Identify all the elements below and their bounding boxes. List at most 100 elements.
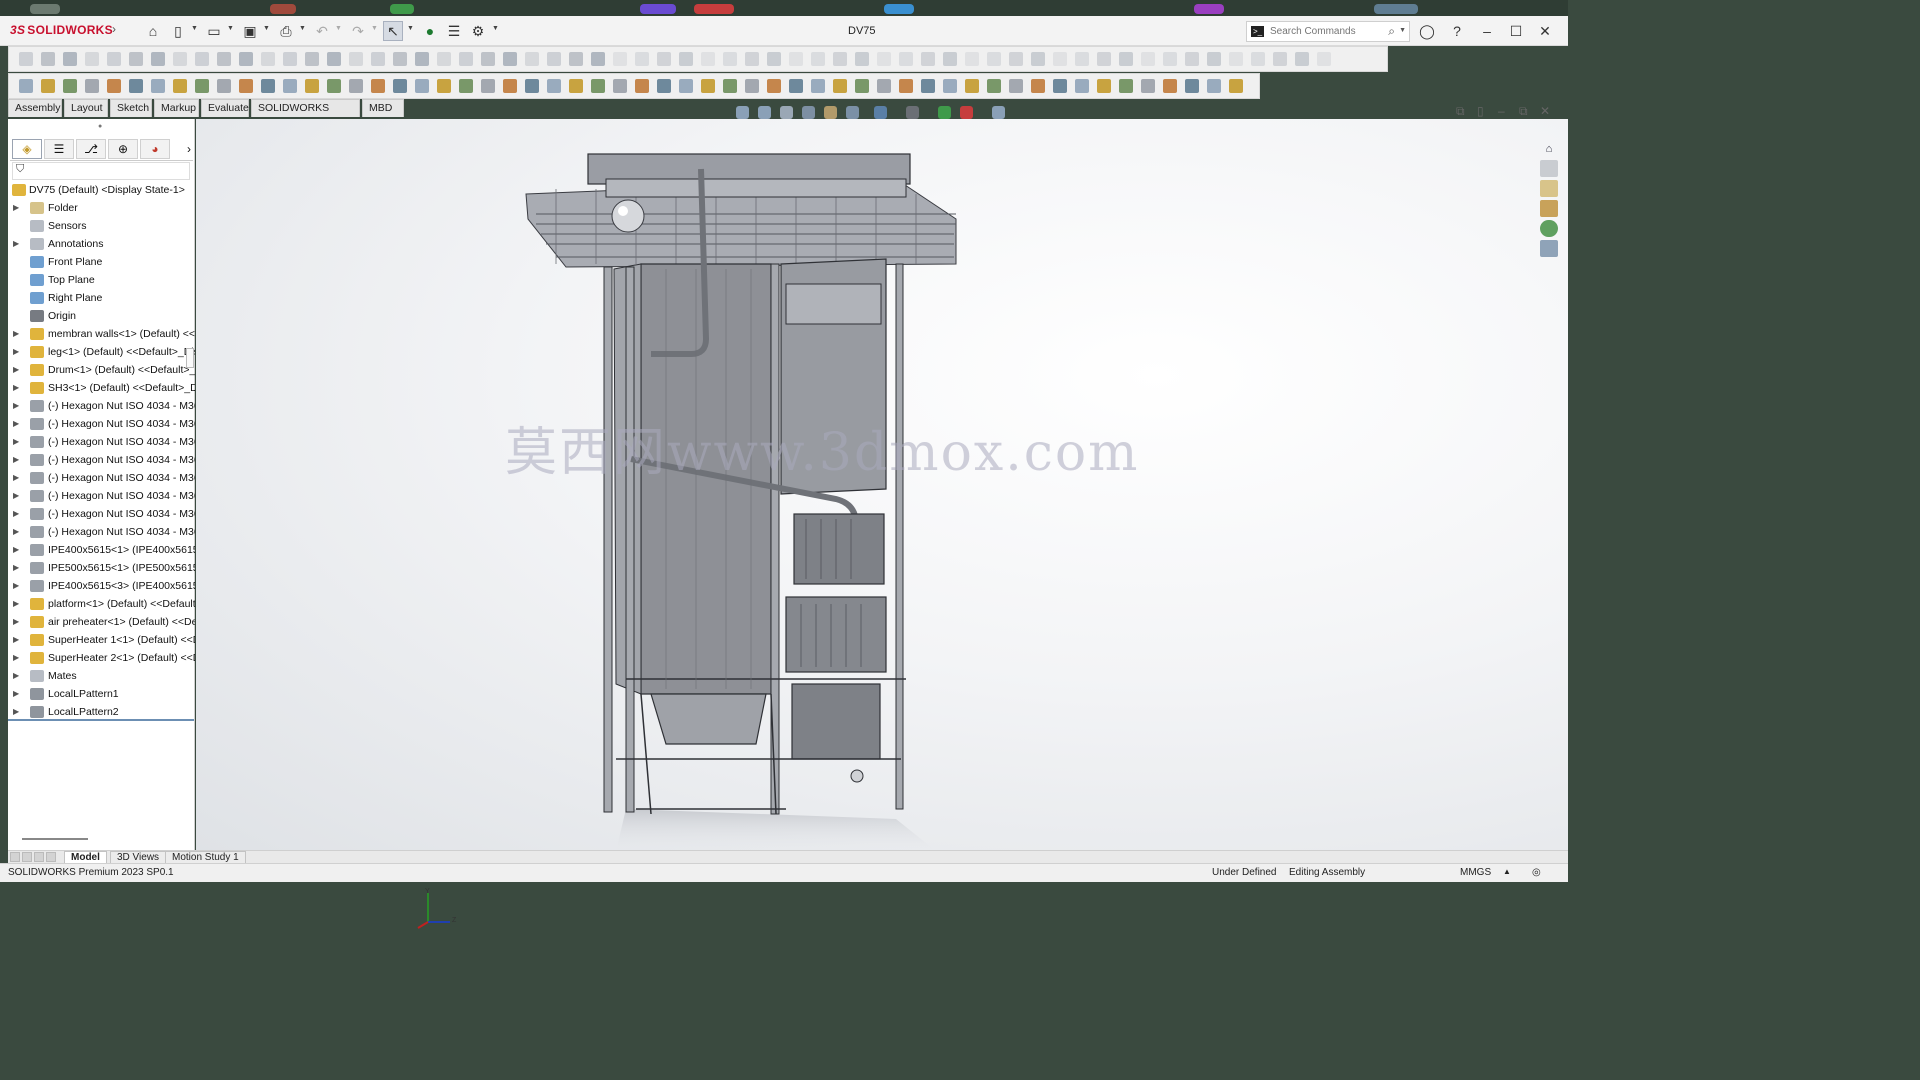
toolbar-command-icon[interactable] — [305, 52, 319, 66]
toolbar-command-icon[interactable] — [921, 52, 935, 66]
solidworks-logo[interactable]: 3S SOLIDWORKS — [10, 23, 113, 37]
toolbar-command-icon[interactable] — [481, 52, 495, 66]
tree-item[interactable]: ▶ leg<1> (Default) <<Default>_Disp — [8, 343, 195, 361]
toolbar-command-icon[interactable] — [173, 79, 187, 93]
toolbar-command-icon[interactable] — [195, 52, 209, 66]
tab-solidworks-add-ins[interactable]: SOLIDWORKS Add-Ins — [251, 99, 360, 131]
tree-item[interactable]: Top Plane — [8, 271, 195, 289]
tree-item[interactable]: ▶ membran walls<1> (Default) <<D — [8, 325, 195, 343]
tree-item[interactable]: ▶ (-) Hexagon Nut ISO 4034 - M36 - — [8, 523, 195, 541]
undo-dropdown-icon[interactable]: ▼ — [335, 25, 342, 32]
configuration-manager-tab-icon[interactable]: ⎇ — [76, 139, 106, 159]
toolbar-command-icon[interactable] — [129, 79, 143, 93]
toolbar-command-icon[interactable] — [327, 79, 341, 93]
toolbar-command-icon[interactable] — [855, 52, 869, 66]
units-dropdown-icon[interactable]: ▲ — [1503, 867, 1511, 876]
hide-show-items-icon[interactable] — [906, 106, 919, 119]
tree-item[interactable]: ▶ (-) Hexagon Nut ISO 4034 - M36 - — [8, 469, 195, 487]
toolbar-command-icon[interactable] — [1163, 52, 1177, 66]
select-cursor-icon[interactable]: ↖ — [383, 21, 403, 41]
toolbar-command-icon[interactable] — [1185, 52, 1199, 66]
tree-item[interactable]: ▶ platform<1> (Default) <<Default> — [8, 595, 195, 613]
search-dropdown-icon[interactable]: ▼ — [1399, 27, 1406, 34]
toolbar-command-icon[interactable] — [107, 79, 121, 93]
options-gear-icon[interactable]: ⚙ — [468, 21, 488, 41]
tree-item[interactable]: ▶ Annotations — [8, 235, 195, 253]
toolbar-command-icon[interactable] — [1031, 79, 1045, 93]
toolbar-command-icon[interactable] — [437, 52, 451, 66]
toolbar-command-icon[interactable] — [305, 79, 319, 93]
expand-arrow-icon[interactable]: ▶ — [13, 613, 21, 631]
toolbar-command-icon[interactable] — [723, 52, 737, 66]
toolbar-command-icon[interactable] — [789, 79, 803, 93]
toolbar-command-icon[interactable] — [767, 52, 781, 66]
display-style-icon[interactable] — [874, 106, 887, 119]
toolbar-command-icon[interactable] — [107, 52, 121, 66]
toolbar-command-icon[interactable] — [833, 79, 847, 93]
toolbar-command-icon[interactable] — [679, 79, 693, 93]
tree-item[interactable]: Right Plane — [8, 289, 195, 307]
toolbar-command-icon[interactable] — [415, 79, 429, 93]
toolbar-command-icon[interactable] — [459, 52, 473, 66]
toolbar-command-icon[interactable] — [987, 79, 1001, 93]
toolbar-command-icon[interactable] — [481, 79, 495, 93]
toolbar-command-icon[interactable] — [833, 52, 847, 66]
toolbar-command-icon[interactable] — [371, 79, 385, 93]
toolbar-command-icon[interactable] — [239, 79, 253, 93]
graphics-area[interactable]: Y Z 莫西网www.3dmox.com — [196, 119, 1568, 929]
toolbar-command-icon[interactable] — [1097, 79, 1111, 93]
rebuild-status-icon[interactable]: ◎ — [1532, 867, 1541, 878]
tree-item[interactable]: ▶ Drum<1> (Default) <<Default>_D — [8, 361, 195, 379]
tab-markup[interactable]: Markup — [154, 99, 199, 117]
toolbar-command-icon[interactable] — [789, 52, 803, 66]
tab-sketch[interactable]: Sketch — [110, 99, 152, 117]
toolbar-command-icon[interactable] — [1097, 52, 1111, 66]
tree-filter[interactable]: ⛉ — [12, 162, 190, 180]
toolbar-command-icon[interactable] — [1053, 52, 1067, 66]
toolbar-command-icon[interactable] — [987, 52, 1001, 66]
toolbar-command-icon[interactable] — [899, 79, 913, 93]
file-properties-icon[interactable]: ☰ — [444, 21, 464, 41]
more-tabs-chevron-icon[interactable]: › — [174, 139, 204, 159]
tree-item[interactable]: ▶ air preheater<1> (Default) <<Defa — [8, 613, 195, 631]
tree-item[interactable]: ▶ Folder — [8, 199, 195, 217]
toolbar-command-icon[interactable] — [85, 79, 99, 93]
toolbar-command-icon[interactable] — [393, 52, 407, 66]
toolbar-command-icon[interactable] — [1273, 52, 1287, 66]
expand-arrow-icon[interactable]: ▶ — [13, 343, 21, 361]
toolbar-command-icon[interactable] — [899, 52, 913, 66]
tree-item[interactable]: ▶ LocalLPattern1 — [8, 685, 195, 703]
menu-expand-arrow-icon[interactable]: › — [112, 22, 116, 36]
toolbar-command-icon[interactable] — [41, 52, 55, 66]
first-tab-nav-icon[interactable] — [10, 852, 20, 862]
toolbar-command-icon[interactable] — [569, 79, 583, 93]
toolbar-command-icon[interactable] — [1009, 79, 1023, 93]
panel-splitter-handle[interactable] — [186, 348, 194, 368]
expand-arrow-icon[interactable]: ▶ — [13, 541, 21, 559]
new-document-icon[interactable]: ▯ — [168, 21, 188, 41]
expand-arrow-icon[interactable]: ▶ — [13, 523, 21, 541]
rollback-bar[interactable] — [8, 719, 194, 721]
tree-item[interactable]: ▶ SH3<1> (Default) <<Default>_Dis — [8, 379, 195, 397]
redo-icon[interactable]: ↷ — [348, 21, 368, 41]
tree-item[interactable]: ▶ IPE400x5615<1> (IPE400x5615) <D — [8, 541, 195, 559]
toolbar-command-icon[interactable] — [965, 52, 979, 66]
toolbar-command-icon[interactable] — [1229, 52, 1243, 66]
tree-item[interactable]: ▶ Mates — [8, 667, 195, 685]
maximize-icon[interactable]: ☐ — [1505, 21, 1527, 41]
tree-item[interactable]: Front Plane — [8, 253, 195, 271]
tab-mbd[interactable]: MBD — [362, 99, 404, 117]
toolbar-command-icon[interactable] — [1075, 79, 1089, 93]
prev-tab-nav-icon[interactable] — [22, 852, 32, 862]
expand-arrow-icon[interactable]: ▶ — [13, 415, 21, 433]
zoom-to-fit-icon[interactable] — [736, 106, 749, 119]
minimize-icon[interactable]: – — [1476, 21, 1498, 41]
toolbar-command-icon[interactable] — [1229, 79, 1243, 93]
new-dropdown-icon[interactable]: ▼ — [191, 25, 198, 32]
expand-arrow-icon[interactable]: ▶ — [13, 649, 21, 667]
toolbar-command-icon[interactable] — [591, 79, 605, 93]
next-tab-nav-icon[interactable] — [34, 852, 44, 862]
toolbar-command-icon[interactable] — [613, 52, 627, 66]
tab-evaluate[interactable]: Evaluate — [201, 99, 249, 117]
toolbar-command-icon[interactable] — [63, 79, 77, 93]
